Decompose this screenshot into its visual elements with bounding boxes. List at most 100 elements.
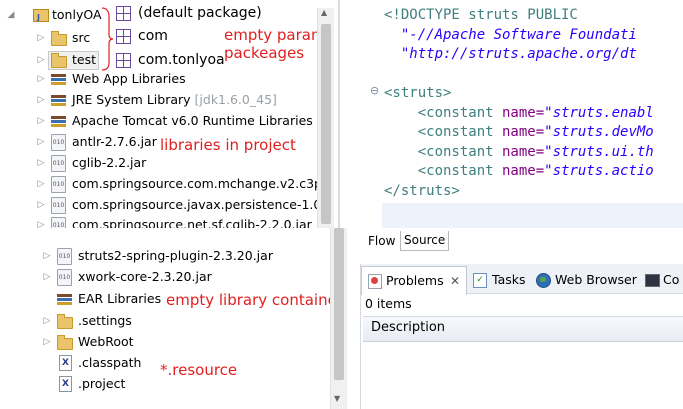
current-line-highlight bbox=[382, 203, 683, 228]
tab-flow[interactable]: Flow bbox=[368, 234, 395, 248]
editor-divider bbox=[338, 0, 340, 228]
expand-arrow-icon[interactable]: ▷ bbox=[36, 28, 46, 48]
folder-icon bbox=[57, 314, 73, 329]
constant-tag: <constant bbox=[417, 163, 494, 179]
folder-label: WebRoot bbox=[78, 334, 134, 349]
tab-label: Tasks bbox=[492, 272, 526, 287]
tab-label: Web Browser bbox=[555, 272, 637, 287]
package-icon bbox=[116, 29, 131, 44]
source-folder-icon bbox=[51, 31, 67, 46]
expand-arrow-icon[interactable]: ▷ bbox=[42, 267, 52, 287]
jar-icon: 010 bbox=[57, 269, 72, 286]
jar-label: antlr-2.7.6.jar bbox=[72, 134, 157, 149]
project-name: tonlyOA bbox=[52, 7, 102, 22]
constant-tag: <constant bbox=[417, 104, 494, 121]
folder-label: .settings bbox=[78, 313, 132, 328]
constant-value: "struts.actio bbox=[544, 163, 654, 179]
problems-icon bbox=[368, 274, 382, 289]
jar-label: struts2-spring-plugin-2.3.20.jar bbox=[78, 248, 273, 263]
project-folder-icon bbox=[33, 8, 49, 28]
table-header: Description bbox=[363, 316, 683, 342]
jar-label: com.springsource.javax.persistence-1.0.0 bbox=[72, 197, 334, 212]
expand-arrow-icon[interactable]: ▷ bbox=[36, 50, 46, 70]
annotation-libraries: libraries in project bbox=[160, 136, 296, 154]
expand-arrow-icon[interactable]: ▷ bbox=[36, 132, 46, 152]
items-count: 0 items bbox=[365, 296, 412, 311]
xml-file-icon: X bbox=[59, 376, 72, 392]
folder-icon bbox=[57, 335, 73, 350]
library-label: EAR Libraries bbox=[78, 291, 162, 306]
expand-arrow-icon[interactable]: ▷ bbox=[42, 246, 52, 266]
expand-arrow-icon[interactable]: ▷ bbox=[36, 153, 46, 173]
tasks-icon: ✓ bbox=[473, 273, 487, 288]
xml-file-icon: X bbox=[59, 355, 72, 371]
annotation-resource: *.resource bbox=[160, 361, 238, 379]
jar-icon: 010 bbox=[51, 217, 66, 228]
jar-label: cglib-2.2.jar bbox=[72, 155, 147, 170]
jar-icon: 010 bbox=[51, 176, 66, 193]
jre-label: JRE System Library [jdk1.6.0_45] bbox=[72, 90, 277, 110]
package-label: com.tonlyoa bbox=[138, 52, 225, 68]
src-label: src bbox=[72, 30, 91, 45]
tab-source[interactable]: Source bbox=[400, 231, 450, 251]
editor-code: <!DOCTYPE struts PUBLIC "-//Apache Softw… bbox=[384, 6, 654, 201]
expand-arrow-icon[interactable]: ▷ bbox=[36, 69, 46, 89]
package-icon bbox=[116, 6, 131, 21]
constant-value: "struts.devMo bbox=[544, 124, 654, 140]
name-attribute: name= bbox=[493, 143, 545, 160]
library-icon bbox=[51, 95, 66, 106]
library-label: Web App Libraries bbox=[72, 71, 186, 86]
library-icon bbox=[51, 116, 66, 127]
problems-view: Problems ✕ ✓ Tasks Web Browser Co 0 item… bbox=[360, 264, 683, 409]
jar-icon: 010 bbox=[57, 248, 72, 265]
globe-icon bbox=[536, 273, 551, 288]
expand-arrow-icon[interactable]: ▷ bbox=[42, 332, 52, 352]
collapse-arrow-icon[interactable]: ◢ bbox=[6, 5, 16, 25]
jar-label: com.springsource.com.mchange.v2.c3p0 bbox=[72, 176, 330, 191]
package-label: com bbox=[138, 28, 168, 44]
constant-tag: <constant bbox=[417, 124, 494, 140]
jar-label: com.springsource.net.sf.cglib-2.2.0.jar bbox=[72, 217, 312, 228]
expand-arrow-icon[interactable]: ▷ bbox=[36, 195, 46, 215]
library-icon bbox=[57, 294, 72, 305]
struts-open-tag: <struts> bbox=[384, 85, 452, 101]
brace-annotation bbox=[101, 7, 114, 71]
constant-value: "struts.enabl bbox=[544, 104, 654, 121]
package-explorer-top: ◢ tonlyOA ▷ src ▷ test (default package)… bbox=[0, 0, 338, 228]
scroll-down-icon[interactable]: ▼ bbox=[334, 394, 340, 403]
jar-label: xwork-core-2.3.20.jar bbox=[78, 269, 212, 284]
expand-arrow-icon[interactable]: ▷ bbox=[36, 90, 46, 110]
jar-icon: 010 bbox=[51, 155, 66, 172]
jar-icon: 010 bbox=[51, 197, 66, 214]
tab-label: Problems bbox=[386, 273, 444, 288]
doctype-keyword: <!DOCTYPE bbox=[384, 7, 460, 23]
fold-collapse-icon[interactable]: ⊖ bbox=[370, 84, 379, 97]
scrollbar-thumb[interactable] bbox=[321, 24, 331, 224]
library-label: Apache Tomcat v6.0 Runtime Libraries bbox=[72, 113, 313, 128]
expand-arrow-icon[interactable]: ▷ bbox=[36, 174, 46, 194]
expand-arrow-icon[interactable]: ▷ bbox=[42, 311, 52, 331]
public-id: "-//Apache Software Foundati bbox=[400, 26, 637, 43]
name-attribute: name= bbox=[493, 163, 545, 179]
explorer-scrollbar[interactable]: ▲ bbox=[317, 8, 334, 228]
file-label: .project bbox=[78, 376, 126, 391]
jar-icon: 010 bbox=[51, 134, 66, 151]
expand-arrow-icon[interactable]: ▷ bbox=[36, 215, 46, 228]
expand-arrow-icon[interactable]: ▷ bbox=[36, 111, 46, 131]
explorer-scrollbar[interactable]: ▼ bbox=[330, 228, 347, 409]
source-folder-icon bbox=[51, 53, 67, 68]
system-id: "http://struts.apache.org/dt bbox=[400, 46, 637, 62]
column-header-description[interactable]: Description bbox=[371, 320, 445, 335]
console-icon bbox=[645, 274, 660, 287]
tab-problems[interactable]: Problems ✕ bbox=[361, 266, 467, 295]
scroll-up-icon[interactable]: ▲ bbox=[321, 8, 327, 17]
name-attribute: name= bbox=[493, 124, 545, 140]
name-attribute: name= bbox=[493, 104, 545, 121]
annotation-empty-container: empty library container bbox=[166, 291, 343, 309]
xml-editor[interactable]: <!DOCTYPE struts PUBLIC "-//Apache Softw… bbox=[338, 0, 683, 228]
struts-close-tag: </struts> bbox=[384, 182, 460, 199]
close-tab-icon[interactable]: ✕ bbox=[450, 267, 460, 295]
package-explorer-bottom: 010 ▷ 010 struts2-spring-plugin-2.3.20.j… bbox=[0, 228, 350, 409]
scrollbar-thumb[interactable] bbox=[334, 228, 344, 380]
constant-tag: <constant bbox=[417, 143, 494, 160]
